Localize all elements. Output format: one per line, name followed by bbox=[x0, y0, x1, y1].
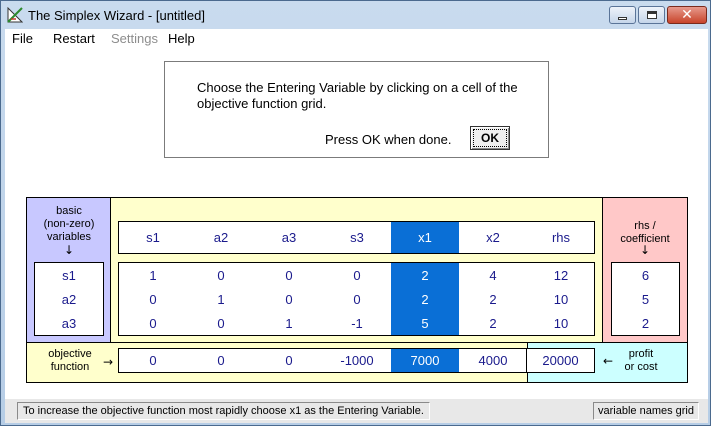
objective-cell[interactable]: -1000 bbox=[323, 349, 391, 372]
tableau-cell[interactable]: 2 bbox=[391, 263, 459, 287]
tableau-cell[interactable]: 4 bbox=[459, 263, 527, 287]
status-bar: To increase the objective function most … bbox=[5, 399, 708, 423]
tableau-cell[interactable]: 0 bbox=[187, 263, 255, 287]
profit-or-cost-label: profit or cost bbox=[624, 348, 658, 373]
title-bar[interactable]: The Simplex Wizard - [untitled] ✕ bbox=[1, 1, 710, 29]
profit-grid: 20000 bbox=[527, 348, 595, 373]
column-header-cell[interactable]: a3 bbox=[255, 222, 323, 253]
maximize-icon bbox=[646, 11, 657, 19]
ratio-grid: 6 5 2 bbox=[611, 262, 680, 336]
tableau-cell[interactable]: 2 bbox=[391, 287, 459, 311]
profit-value-cell[interactable]: 20000 bbox=[527, 349, 594, 372]
ratio-panel: rhs / coefficient ↓ 6 5 2 bbox=[602, 198, 687, 342]
basic-var-cell[interactable]: a3 bbox=[35, 311, 103, 335]
tableau-cell[interactable]: -1 bbox=[323, 311, 391, 335]
menu-restart[interactable]: Restart bbox=[53, 31, 95, 46]
status-message: To increase the objective function most … bbox=[17, 402, 430, 420]
variable-names-grid: s1 a2 a3 s3 x1 x2 rhs bbox=[118, 221, 595, 254]
basic-var-cell[interactable]: a2 bbox=[35, 287, 103, 311]
objective-function-label: objective function bbox=[48, 348, 92, 373]
minimize-button[interactable] bbox=[609, 6, 636, 24]
basic-variables-label: basic (non-zero) variables bbox=[43, 205, 95, 243]
status-grid-name: variable names grid bbox=[593, 402, 699, 420]
tableau-cell[interactable]: 2 bbox=[459, 311, 527, 335]
tableau-cell[interactable]: 12 bbox=[527, 263, 595, 287]
tableau-cell[interactable]: 2 bbox=[459, 287, 527, 311]
column-header-cell[interactable]: rhs bbox=[527, 222, 595, 253]
objective-cell[interactable]: 7000 bbox=[391, 349, 459, 372]
minimize-icon bbox=[618, 16, 627, 20]
tableau-cell[interactable]: 0 bbox=[255, 287, 323, 311]
down-arrow-icon: ↓ bbox=[63, 243, 75, 257]
menu-file[interactable]: File bbox=[12, 31, 33, 46]
tableau-cell[interactable]: 10 bbox=[527, 311, 595, 335]
window-title: The Simplex Wizard - [untitled] bbox=[28, 8, 206, 23]
column-header-cell[interactable]: x1 bbox=[391, 222, 459, 253]
ratio-cell[interactable]: 5 bbox=[612, 287, 679, 311]
right-arrow-icon: → bbox=[102, 355, 114, 369]
profit-panel: 20000 ← profit or cost bbox=[527, 342, 687, 382]
tableau-cell[interactable]: 0 bbox=[323, 287, 391, 311]
objective-cell[interactable]: 4000 bbox=[459, 349, 527, 372]
app-icon bbox=[7, 7, 23, 23]
column-header-cell[interactable]: s3 bbox=[323, 222, 391, 253]
objective-panel: objective function → 0 0 0 -1000 7000 4000 bbox=[27, 342, 527, 382]
menu-settings[interactable]: Settings bbox=[111, 31, 158, 46]
tableau-cell[interactable]: 0 bbox=[187, 311, 255, 335]
menu-help[interactable]: Help bbox=[168, 31, 195, 46]
basic-variables-panel: basic (non-zero) variables ↓ s1 a2 a3 bbox=[27, 198, 111, 342]
tableau-cell[interactable]: 0 bbox=[119, 287, 187, 311]
press-ok-text: Press OK when done. bbox=[325, 132, 452, 147]
tableau-cell[interactable]: 0 bbox=[119, 311, 187, 335]
tableau-cell[interactable]: 10 bbox=[527, 287, 595, 311]
tableau-cell[interactable]: 0 bbox=[323, 263, 391, 287]
close-icon: ✕ bbox=[681, 7, 693, 23]
app-window: The Simplex Wizard - [untitled] ✕ File R… bbox=[0, 0, 711, 426]
ratio-cell[interactable]: 6 bbox=[612, 263, 679, 287]
column-header-cell[interactable]: x2 bbox=[459, 222, 527, 253]
down-arrow-icon: ↓ bbox=[639, 243, 651, 257]
basic-var-cell[interactable]: s1 bbox=[35, 263, 103, 287]
maximize-button[interactable] bbox=[638, 6, 665, 24]
menu-bar: File Restart Settings Help bbox=[5, 29, 708, 49]
instruction-text: Choose the Entering Variable by clicking… bbox=[197, 80, 518, 111]
left-arrow-icon: ← bbox=[602, 354, 614, 368]
basic-variables-grid: s1 a2 a3 bbox=[34, 262, 104, 336]
simplex-grid: basic (non-zero) variables ↓ s1 a2 a3 s1… bbox=[26, 197, 688, 383]
constraint-grid: 1 0 0 0 2 4 12 0 1 0 0 2 2 10 0 0 1 -1 5 2 10 bbox=[118, 262, 595, 336]
close-button[interactable]: ✕ bbox=[667, 6, 707, 24]
column-header-cell[interactable]: a2 bbox=[187, 222, 255, 253]
tableau-cell[interactable]: 1 bbox=[255, 311, 323, 335]
objective-cell[interactable]: 0 bbox=[119, 349, 187, 372]
ratio-cell[interactable]: 2 bbox=[612, 311, 679, 335]
instruction-box: Choose the Entering Variable by clicking… bbox=[164, 61, 549, 158]
tableau-cell[interactable]: 1 bbox=[187, 287, 255, 311]
tableau-cell[interactable]: 5 bbox=[391, 311, 459, 335]
tableau-panel: s1 a2 a3 s3 x1 x2 rhs 1 0 0 0 2 4 12 0 1 0 0 2 2 10 0 0 1 -1 5 2 1… bbox=[111, 198, 602, 342]
objective-cell[interactable]: 0 bbox=[255, 349, 323, 372]
objective-cell[interactable]: 0 bbox=[187, 349, 255, 372]
ok-button[interactable]: OK bbox=[470, 126, 510, 150]
tableau-cell[interactable]: 1 bbox=[119, 263, 187, 287]
tableau-cell[interactable]: 0 bbox=[255, 263, 323, 287]
objective-function-grid: 0 0 0 -1000 7000 4000 bbox=[118, 348, 527, 373]
column-header-cell[interactable]: s1 bbox=[119, 222, 187, 253]
client-area: File Restart Settings Help Choose the En… bbox=[5, 29, 708, 423]
